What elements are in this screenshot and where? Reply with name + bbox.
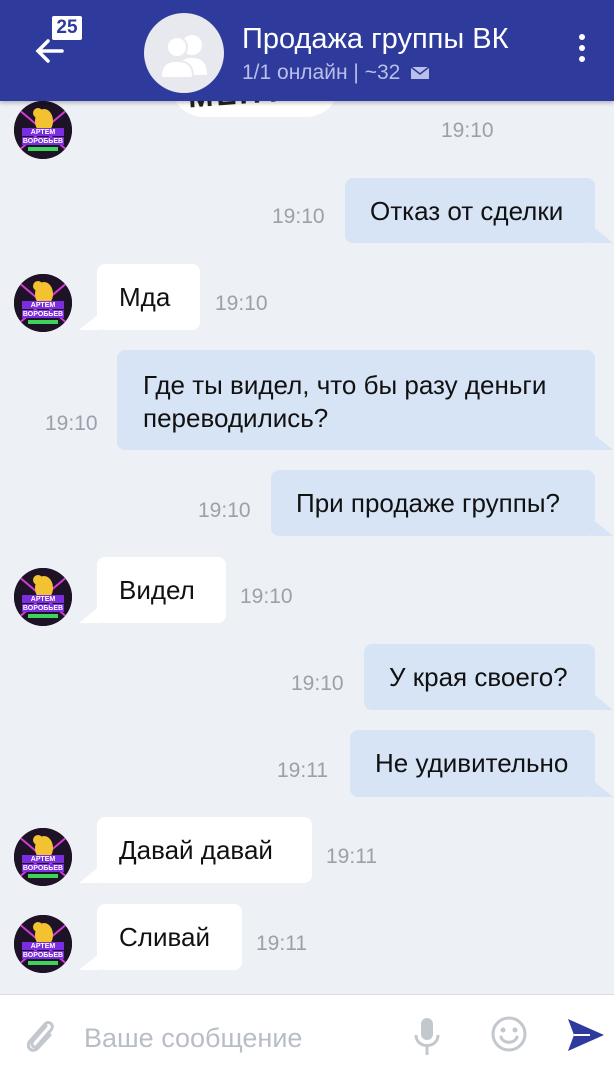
- svg-text:АРТЕМ: АРТЕМ: [31, 856, 56, 863]
- avatar-image: АРТЕМ ВОРОБЬЕВ: [14, 915, 72, 973]
- mail-icon: [410, 66, 430, 80]
- message-list[interactable]: МЕНТЫ АРТЕМ ВОРОБЬЕВ 19:10 19:10 Отказ от…: [0, 101, 614, 994]
- svg-text:АРТЕМ: АРТЕМ: [31, 596, 56, 603]
- svg-text:ВОРОБЬЕВ: ВОРОБЬЕВ: [23, 865, 63, 872]
- message-input[interactable]: [82, 1015, 386, 1061]
- group-avatar-icon: [160, 35, 207, 77]
- unread-badge: 25: [52, 16, 82, 40]
- message-time: 19:10: [198, 499, 251, 522]
- message-text: Отказ от сделки: [370, 196, 564, 226]
- group-avatar[interactable]: [144, 13, 224, 93]
- back-arrow-icon: [35, 39, 64, 63]
- outgoing-message[interactable]: Где ты видел, что бы разу деньги перевод…: [117, 350, 613, 450]
- chat-subtitle: 1/1 онлайн | ~32: [242, 60, 430, 86]
- sticker-message: МЕНТЫ: [170, 101, 340, 117]
- message-time: 19:11: [256, 932, 307, 955]
- message-time: 19:11: [277, 759, 328, 782]
- avatar-image: АРТЕМ ВОРОБЬЕВ: [14, 568, 72, 626]
- svg-text:ВОРОБЬЕВ: ВОРОБЬЕВ: [23, 138, 63, 145]
- outgoing-message[interactable]: При продаже группы?: [271, 470, 613, 536]
- message-composer: [0, 994, 614, 1081]
- mic-icon[interactable]: [412, 1015, 442, 1059]
- avatar[interactable]: АРТЕМ ВОРОБЬЕВ: [14, 828, 72, 886]
- message-text-line-1: Где ты видел, что бы разу деньги: [143, 370, 547, 400]
- avatar[interactable]: АРТЕМ ВОРОБЬЕВ: [14, 274, 72, 332]
- avatar[interactable]: АРТЕМ ВОРОБЬЕВ: [14, 568, 72, 626]
- message-time: 19:10: [272, 205, 325, 228]
- message-text-line-2: переводились?: [143, 403, 329, 433]
- message-text: Сливай: [119, 922, 210, 952]
- avatar-image: АРТЕМ ВОРОБЬЕВ: [14, 828, 72, 886]
- svg-text:АРТЕМ: АРТЕМ: [31, 129, 56, 136]
- avatar-image: АРТЕМ ВОРОБЬЕВ: [14, 101, 72, 159]
- svg-text:ВОРОБЬЕВ: ВОРОБЬЕВ: [23, 605, 63, 612]
- avatar[interactable]: АРТЕМ ВОРОБЬЕВ: [14, 101, 72, 159]
- message-text: Не удивительно: [375, 748, 569, 778]
- message-time: 19:10: [215, 292, 268, 315]
- message-text: Давай давай: [119, 835, 273, 865]
- svg-text:ВОРОБЬЕВ: ВОРОБЬЕВ: [23, 952, 63, 959]
- svg-text:АРТЕМ: АРТЕМ: [31, 302, 56, 309]
- incoming-message[interactable]: Мда: [79, 264, 200, 330]
- message-time: 19:10: [441, 119, 494, 142]
- avatar[interactable]: АРТЕМ ВОРОБЬЕВ: [14, 915, 72, 973]
- message-time: 19:10: [45, 412, 98, 435]
- message-text: У края своего?: [389, 662, 568, 692]
- sticker-text: МЕНТЫ: [187, 101, 318, 115]
- incoming-message[interactable]: Видел: [79, 557, 226, 623]
- message-text: Видел: [119, 575, 195, 605]
- member-count: ~32: [364, 61, 401, 84]
- incoming-message[interactable]: Сливай: [79, 904, 242, 970]
- message-text: При продаже группы?: [296, 488, 560, 518]
- send-icon[interactable]: [566, 1017, 606, 1053]
- outgoing-message[interactable]: Не удивительно: [350, 730, 613, 797]
- menu-dots-icon[interactable]: [570, 34, 594, 74]
- back-button[interactable]: 25: [30, 16, 90, 76]
- message-text: Мда: [119, 282, 171, 312]
- chat-title[interactable]: Продажа группы ВК: [242, 22, 538, 56]
- incoming-message[interactable]: Давай давай: [79, 817, 312, 883]
- message-time: 19:11: [326, 845, 377, 868]
- avatar-image: АРТЕМ ВОРОБЬЕВ: [14, 274, 72, 332]
- separator: |: [353, 61, 365, 84]
- message-time: 19:10: [291, 672, 344, 695]
- paperclip-icon[interactable]: [22, 1017, 58, 1057]
- online-status: 1/1 онлайн: [242, 61, 348, 84]
- message-time: 19:10: [240, 585, 293, 608]
- smile-icon[interactable]: [490, 1015, 528, 1053]
- svg-text:АРТЕМ: АРТЕМ: [31, 943, 56, 950]
- outgoing-message[interactable]: У края своего?: [364, 644, 613, 710]
- chat-header: 25 Продажа группы ВК 1/1 онлайн | ~32: [0, 0, 614, 101]
- svg-text:ВОРОБЬЕВ: ВОРОБЬЕВ: [23, 311, 63, 318]
- outgoing-message[interactable]: Отказ от сделки: [345, 178, 613, 243]
